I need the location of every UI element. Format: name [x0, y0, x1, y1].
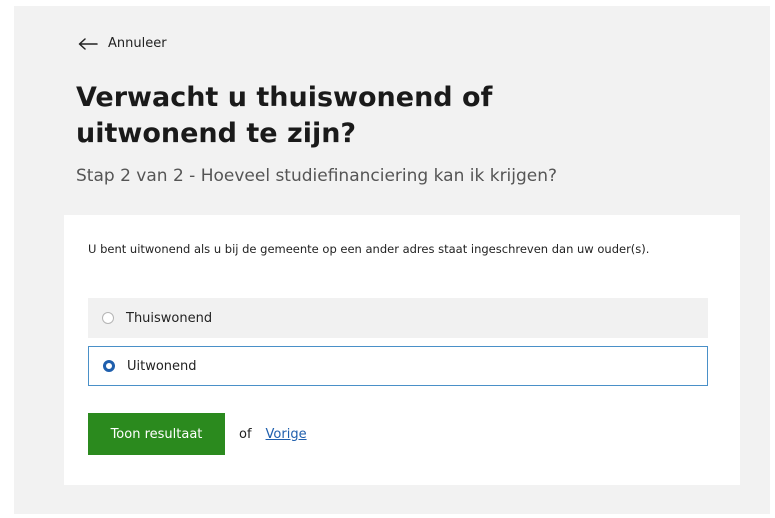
- form-actions: Toon resultaat of Vorige: [88, 413, 307, 455]
- or-text: of: [239, 426, 252, 442]
- show-result-button[interactable]: Toon resultaat: [88, 413, 225, 455]
- previous-link[interactable]: Vorige: [266, 427, 307, 442]
- cancel-label: Annuleer: [108, 36, 167, 51]
- radio-unchecked-icon[interactable]: [102, 312, 114, 324]
- radio-checked-icon[interactable]: [103, 360, 115, 372]
- step-subtitle: Stap 2 van 2 - Hoeveel studiefinancierin…: [76, 166, 558, 186]
- radio-option-thuiswonend[interactable]: Thuiswonend: [88, 298, 708, 338]
- cancel-back-link[interactable]: Annuleer: [78, 36, 167, 51]
- page-title: Verwacht u thuiswonend of uitwonend te z…: [76, 82, 493, 149]
- intro-text: U bent uitwonend als u bij de gemeente o…: [88, 242, 650, 256]
- radio-option-label: Uitwonend: [127, 358, 197, 374]
- radio-option-uitwonend[interactable]: Uitwonend: [88, 346, 708, 386]
- radio-option-label: Thuiswonend: [126, 310, 213, 326]
- arrow-left-icon: [78, 37, 98, 50]
- form-card: U bent uitwonend als u bij de gemeente o…: [64, 215, 740, 485]
